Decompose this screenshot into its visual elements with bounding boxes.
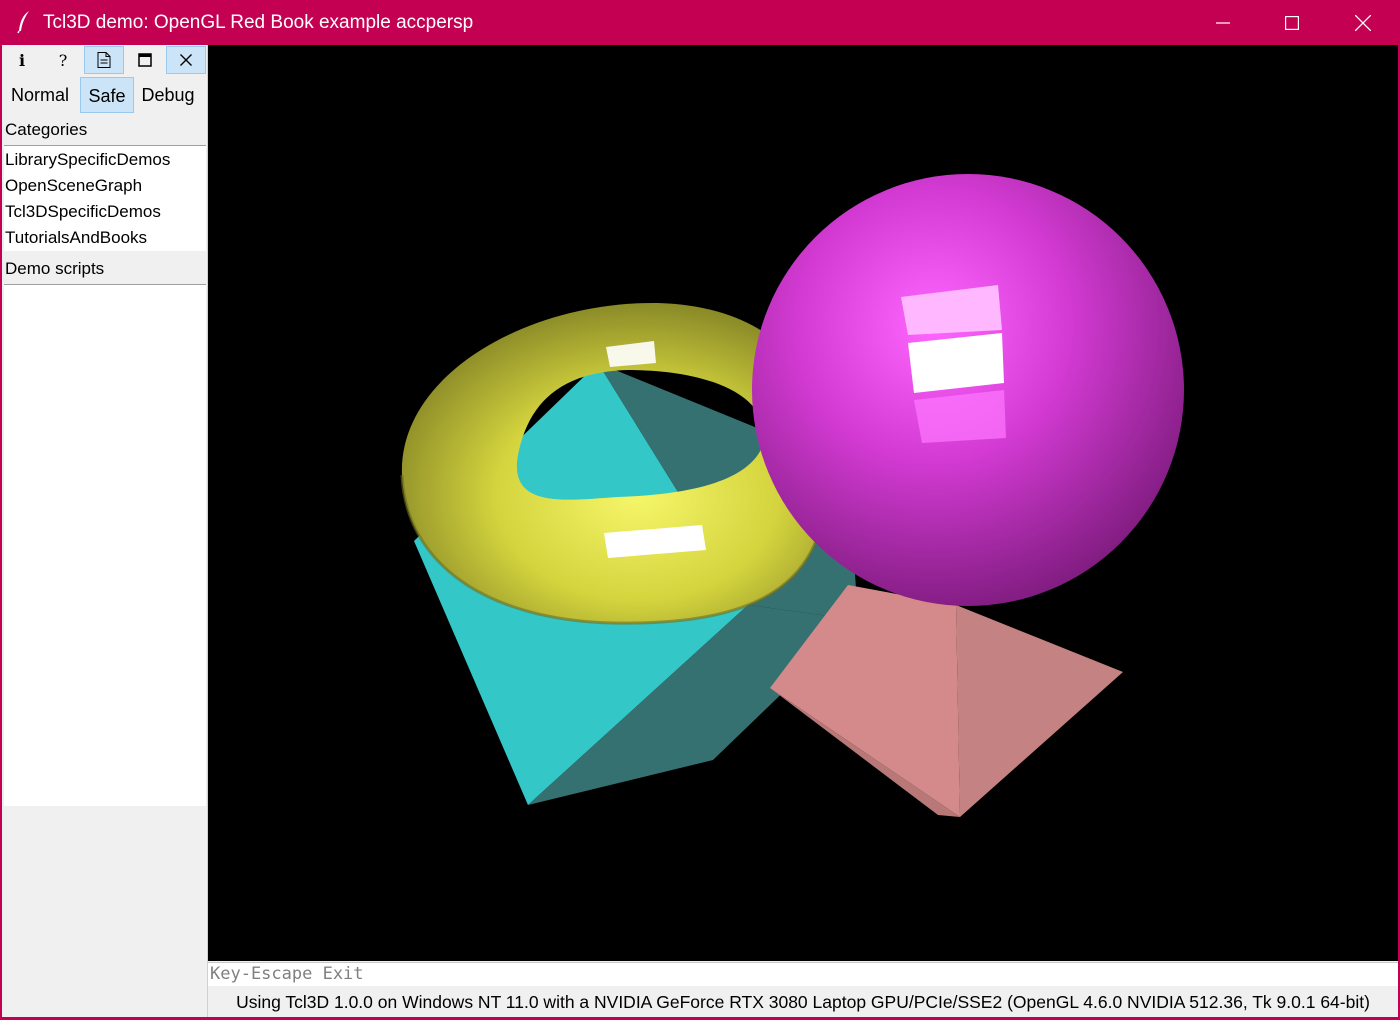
document-icon xyxy=(97,52,111,68)
help-icon: ? xyxy=(58,50,68,70)
list-item[interactable]: TutorialsAndBooks xyxy=(5,225,147,251)
window-title: Tcl3D demo: OpenGL Red Book example accp… xyxy=(43,12,474,33)
close-window-button[interactable] xyxy=(1328,0,1398,45)
help-button[interactable]: ? xyxy=(43,46,83,74)
categories-label: Categories xyxy=(5,120,88,139)
client-area: i ? Normal Safe Debug Categories Library… xyxy=(2,45,1398,1017)
demo-scripts-label: Demo scripts xyxy=(5,259,105,278)
fullscreen-icon xyxy=(138,53,152,67)
close-icon xyxy=(1355,14,1371,31)
categories-list[interactable]: LibrarySpecificDemos OpenSceneGraph Tcl3… xyxy=(4,145,206,251)
info-button[interactable]: i xyxy=(2,46,42,74)
feather-icon xyxy=(16,10,32,34)
list-item[interactable]: Tcl3DSpecificDemos xyxy=(5,199,161,225)
maximize-icon xyxy=(1285,15,1299,30)
status-line: Using Tcl3D 1.0.0 on Windows NT 11.0 wit… xyxy=(236,992,1370,1012)
pyramid-shape xyxy=(770,585,1123,817)
toolbar: i ? xyxy=(2,45,208,75)
minimize-button[interactable] xyxy=(1188,0,1258,45)
fullscreen-button[interactable] xyxy=(125,46,165,74)
mode-selector: Normal Safe Debug xyxy=(2,75,208,113)
title-bar[interactable]: Tcl3D demo: OpenGL Red Book example accp… xyxy=(0,0,1400,45)
maximize-button[interactable] xyxy=(1257,0,1327,45)
app-window: Tcl3D demo: OpenGL Red Book example accp… xyxy=(0,0,1400,1020)
minimize-icon xyxy=(1216,21,1230,24)
mode-debug-button[interactable]: Debug xyxy=(136,77,200,113)
sphere-shape xyxy=(752,174,1184,606)
list-item[interactable]: OpenSceneGraph xyxy=(5,173,142,199)
list-item[interactable]: LibrarySpecificDemos xyxy=(5,147,170,173)
info-line: Key-Escape Exit xyxy=(208,962,1398,986)
exit-button[interactable] xyxy=(166,46,206,74)
close-icon xyxy=(180,54,192,66)
left-pane: i ? Normal Safe Debug Categories Library… xyxy=(2,45,208,1017)
mode-safe-button[interactable]: Safe xyxy=(80,77,134,113)
demo-scripts-list[interactable] xyxy=(4,284,206,806)
info-icon: i xyxy=(18,50,26,70)
opengl-canvas[interactable] xyxy=(208,45,1398,961)
view-source-button[interactable] xyxy=(84,46,124,74)
mode-normal-button[interactable]: Normal xyxy=(4,77,76,113)
